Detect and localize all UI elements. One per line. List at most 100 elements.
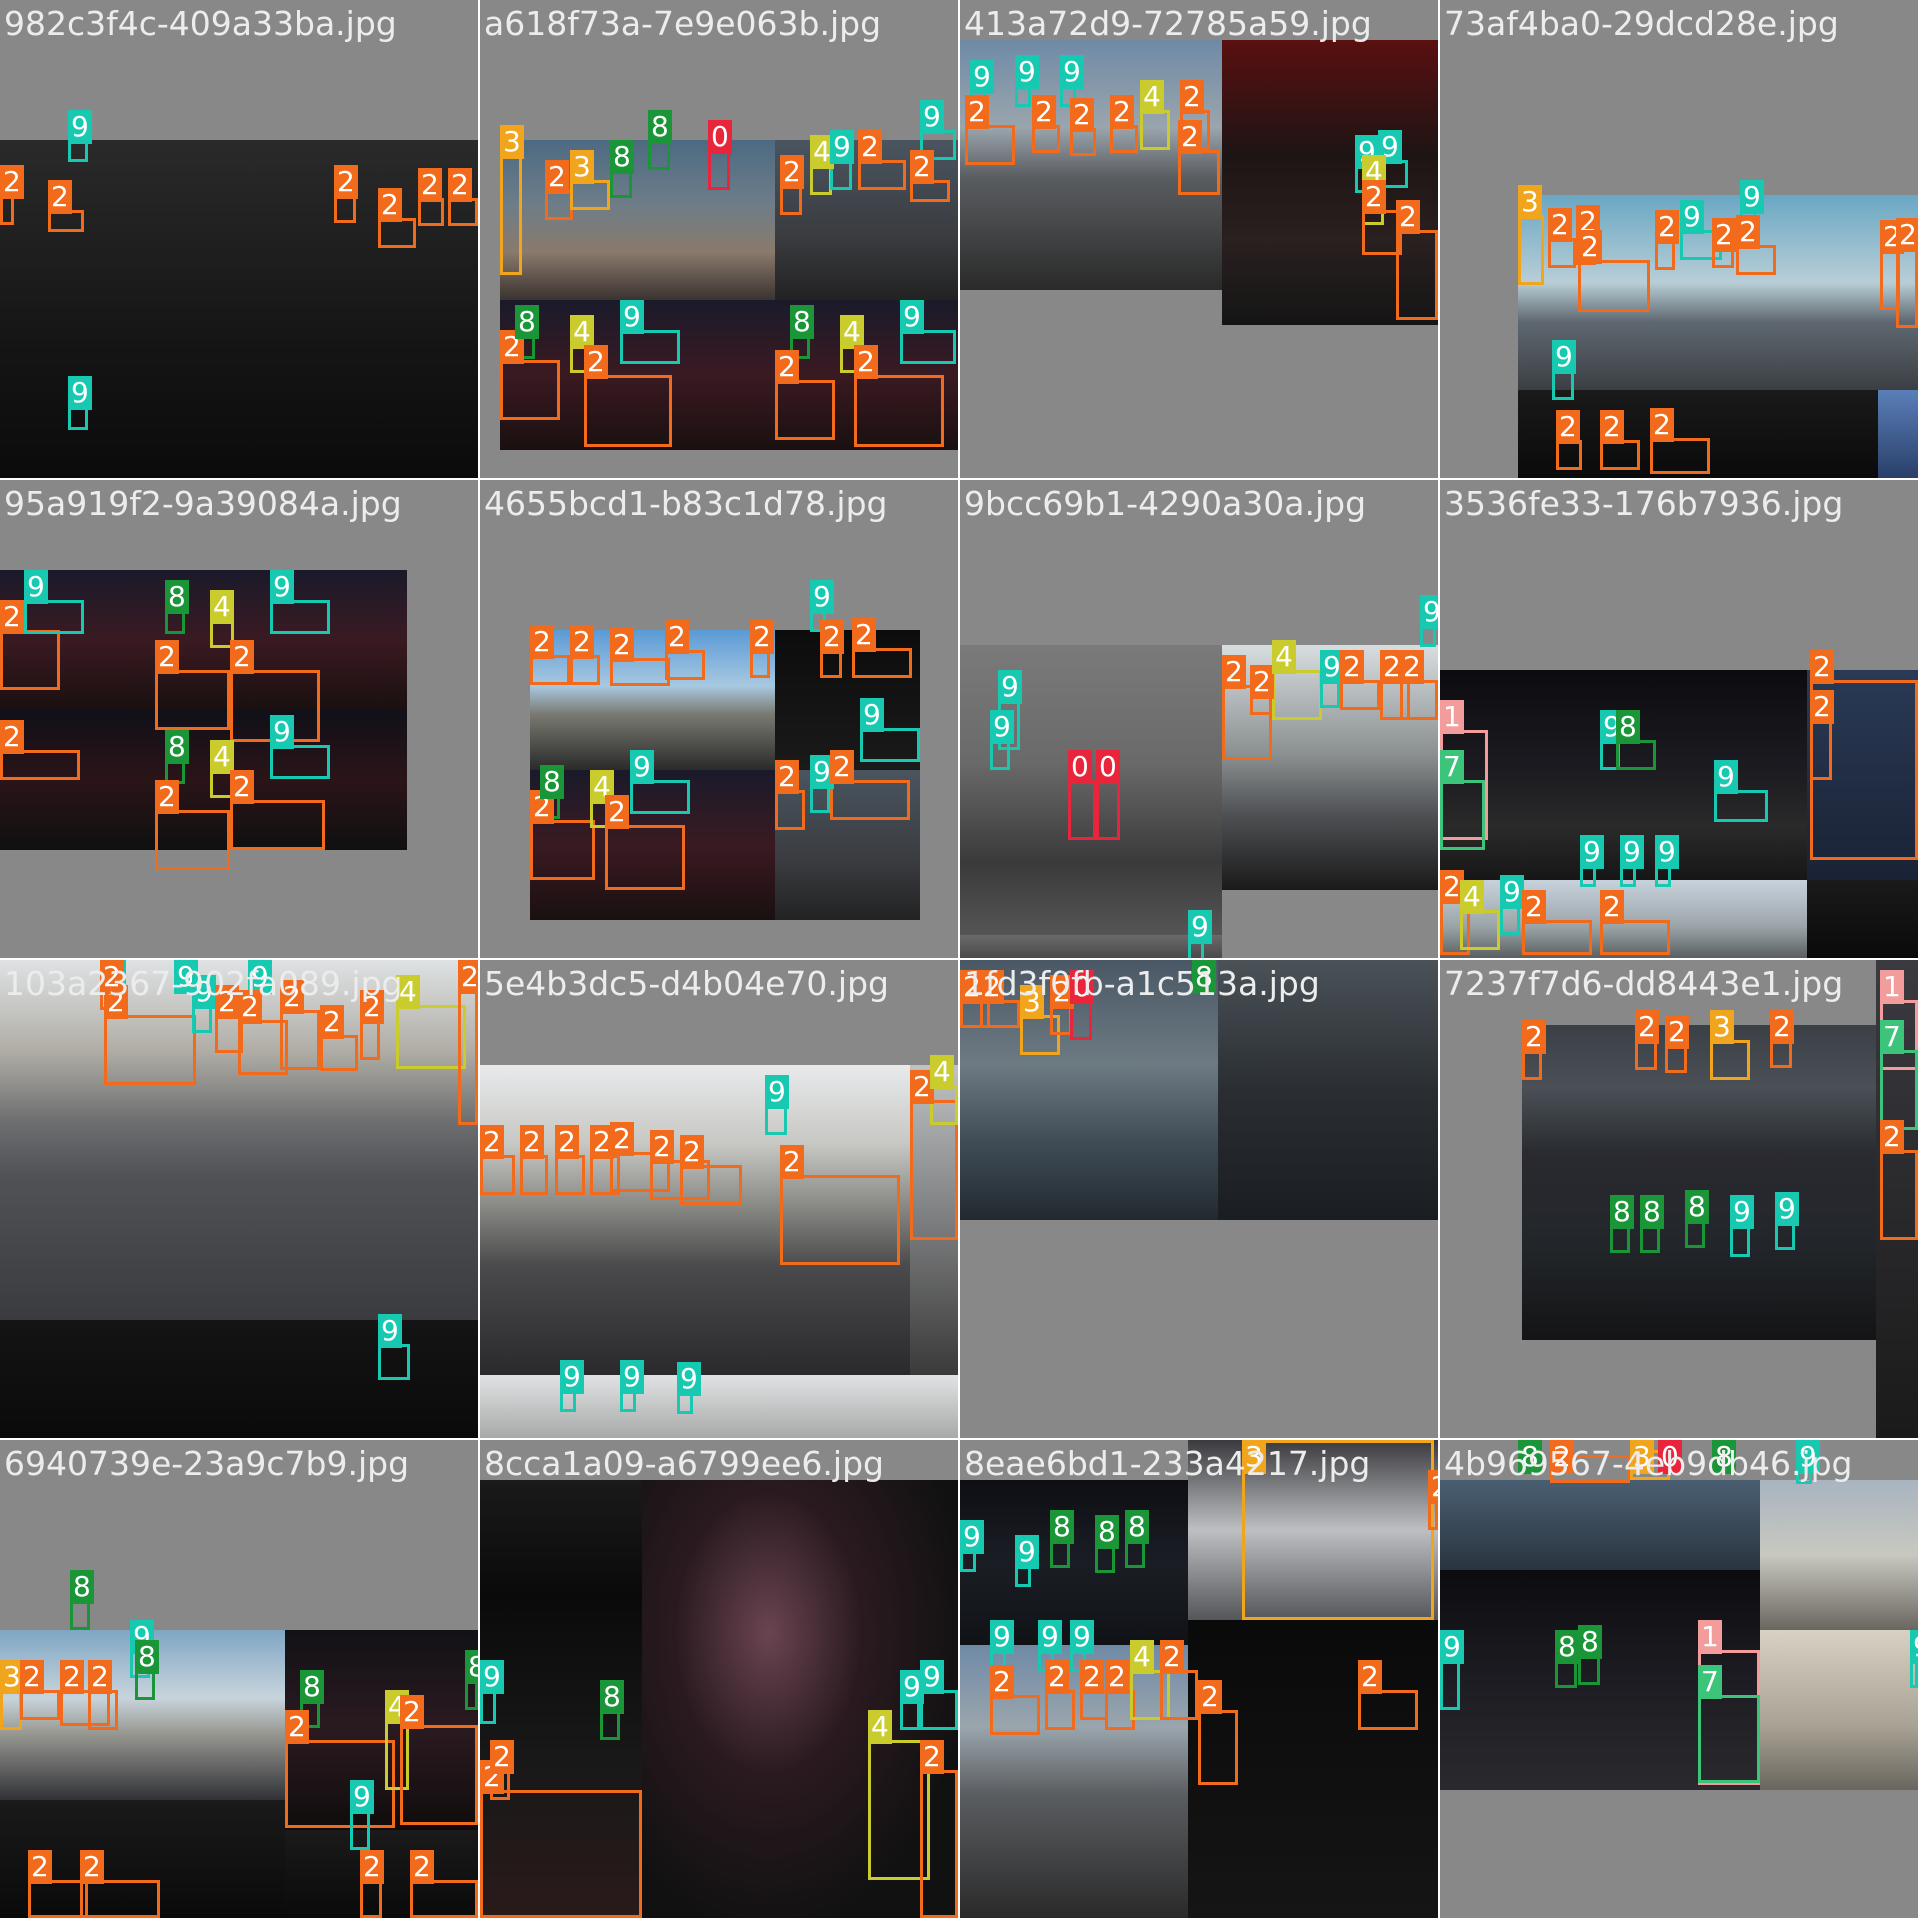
tile-photo: [1760, 1480, 1918, 1630]
tile-photo: [1760, 1630, 1918, 1790]
detection-box: [930, 1085, 958, 1125]
detection-label: 2: [854, 345, 878, 379]
detection-box: [1125, 1540, 1145, 1568]
tile-filename: 4b969567-4eb9db46.jpg: [1444, 1444, 1853, 1483]
detection-box: [1080, 1690, 1108, 1720]
detection-box: [965, 125, 1015, 165]
detection-label: 2: [360, 1850, 384, 1884]
tile-filename: 95a919f2-9a39084a.jpg: [4, 484, 402, 523]
detection-label: 2: [1522, 1020, 1546, 1054]
detection-label: 2: [780, 155, 804, 189]
detection-label: 2: [88, 1660, 112, 1694]
detection-label: 3: [500, 125, 524, 159]
detection-box: [858, 160, 906, 190]
detection-box: [900, 1700, 920, 1730]
detection-label: 2: [378, 188, 402, 222]
detection-box: [820, 650, 842, 678]
detection-label: 9: [1060, 55, 1084, 89]
detection-box: [530, 655, 570, 685]
detection-label: 2: [1358, 1660, 1382, 1694]
detection-box: [1600, 440, 1640, 470]
detection-box: [860, 728, 920, 762]
detection-label: 4: [1130, 1640, 1154, 1674]
detection-label: 7: [1698, 1665, 1722, 1699]
mosaic-tile: 22320981fd3f0fb-a1c513a.jpg: [960, 960, 1438, 1438]
detection-box: [350, 1810, 370, 1850]
detection-box: [750, 650, 770, 678]
detection-box: [1698, 1695, 1760, 1783]
detection-label: 9: [1620, 835, 1644, 869]
detection-label: 2: [1070, 98, 1094, 132]
detection-box: [1548, 238, 1576, 268]
detection-box: [1578, 260, 1650, 312]
detection-box: [1810, 720, 1832, 780]
detection-label: 2: [410, 1850, 434, 1884]
detection-label: 3: [1518, 185, 1542, 219]
detection-label: 3: [570, 150, 594, 184]
detection-label: 8: [1050, 1510, 1074, 1544]
detection-label: 9: [1730, 1195, 1754, 1229]
detection-box: [630, 780, 690, 814]
detection-box: [1198, 1710, 1238, 1785]
detection-box: [1110, 125, 1138, 153]
tile-filename: 3536fe33-176b7936.jpg: [1444, 484, 1844, 523]
detection-box: [0, 195, 14, 225]
detection-label: 0: [1068, 750, 1092, 784]
detection-box: [990, 740, 1010, 770]
detection-box: [1440, 780, 1485, 850]
detection-box: [1460, 910, 1500, 950]
detection-label: 8: [540, 765, 564, 799]
detection-label: 9: [990, 710, 1014, 744]
mosaic-tile: 3 2 3 8 8 0 2 4 9 2 9 2 2 8 4 2 9 2 8 4 2 9 a618f73a-7e9e063b.…: [480, 0, 958, 478]
detection-label: 9: [900, 300, 924, 334]
detection-label: 2: [1712, 218, 1736, 252]
detection-label: 8: [1555, 1630, 1579, 1664]
detection-box: [458, 985, 478, 1125]
detection-box: [545, 190, 573, 220]
detection-label: 2: [490, 1740, 514, 1774]
detection-box: [1552, 370, 1574, 400]
detection-label: 8: [1125, 1510, 1149, 1544]
detection-box: [396, 1005, 466, 1069]
detection-box: [1050, 1005, 1072, 1035]
detection-box: [605, 825, 685, 890]
detection-box: [500, 155, 522, 275]
detection-box: [378, 1344, 410, 1380]
mosaic-tile: 8 9 8 3 2 2 2 2 8 4 2 8 9 2 2 2 2 6940739e-23a9c7b9.jpg: [0, 1440, 478, 1918]
detection-label: 0: [1096, 750, 1120, 784]
detection-label: 2: [230, 640, 254, 674]
detection-box: [1340, 680, 1380, 710]
detection-label: 2: [80, 1850, 104, 1884]
detection-box: [1500, 905, 1520, 935]
tile-photo: [1807, 880, 1918, 958]
detection-label: 2: [555, 1125, 579, 1159]
detection-box: [1775, 1222, 1795, 1250]
detection-label: 2: [1810, 690, 1834, 724]
detection-label: 9: [1500, 875, 1524, 909]
detection-box: [810, 785, 830, 813]
tile-photo: [960, 935, 1222, 958]
detection-label: 2: [230, 770, 254, 804]
detection-label: 9: [810, 580, 834, 614]
detection-label: 9: [1775, 1192, 1799, 1226]
detection-box: [900, 330, 956, 364]
detection-box: [1896, 248, 1918, 328]
detection-label: 1: [1440, 700, 1464, 734]
detection-box: [80, 1880, 160, 1918]
detection-box: [1272, 670, 1322, 720]
detection-label: 4: [570, 315, 594, 349]
tile-photo: [1440, 1480, 1760, 1570]
detection-label: 8: [300, 1670, 324, 1704]
detection-label: 9: [1015, 55, 1039, 89]
detection-label: 8: [648, 110, 672, 144]
detection-box: [285, 1740, 395, 1828]
tile-filename: 7237f7d6-dd8443e1.jpg: [1444, 964, 1844, 1003]
detection-label: 9: [620, 1360, 644, 1394]
detection-label: 4: [840, 315, 864, 349]
detection-label: 2: [1600, 410, 1624, 444]
detection-box: [854, 375, 944, 447]
detection-label: 2: [545, 160, 569, 194]
detection-label: 9: [920, 100, 944, 134]
detection-label: 8: [165, 730, 189, 764]
detection-label: 2: [1770, 1010, 1794, 1044]
